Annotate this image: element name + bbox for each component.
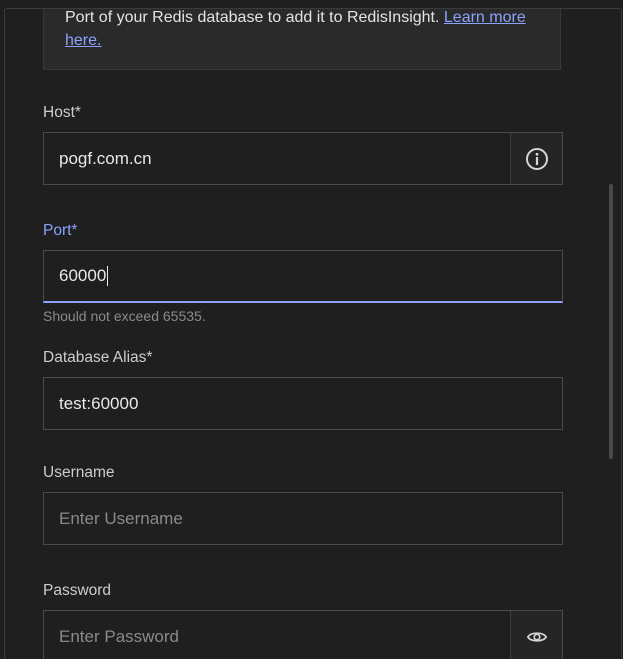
username-field: [43, 492, 563, 545]
alias-label: Database Alias*: [43, 349, 153, 366]
info-icon: [525, 147, 548, 170]
host-label: Host*: [43, 104, 81, 121]
text-caret: [107, 266, 109, 286]
username-input[interactable]: [44, 493, 562, 544]
password-label: Password: [43, 582, 112, 599]
host-field: [43, 132, 563, 185]
host-input[interactable]: [44, 133, 513, 184]
alias-field: [43, 377, 563, 430]
port-input[interactable]: 60000: [59, 266, 106, 286]
alias-input[interactable]: [44, 378, 562, 429]
info-text: Port of your Redis database to add it to…: [65, 9, 440, 26]
password-field: [43, 610, 563, 659]
port-field: 60000: [43, 250, 563, 303]
port-label: Port*: [43, 222, 78, 239]
host-info-button[interactable]: [510, 133, 562, 184]
connection-info-box: Port of your Redis database to add it to…: [43, 9, 561, 70]
eye-icon: [526, 631, 547, 642]
port-helper-text: Should not exceed 65535.: [43, 308, 206, 324]
password-input[interactable]: [44, 611, 513, 659]
show-password-button[interactable]: [510, 611, 562, 659]
add-database-form: Port of your Redis database to add it to…: [4, 8, 622, 659]
scrollbar[interactable]: [609, 184, 613, 459]
username-label: Username: [43, 464, 115, 481]
